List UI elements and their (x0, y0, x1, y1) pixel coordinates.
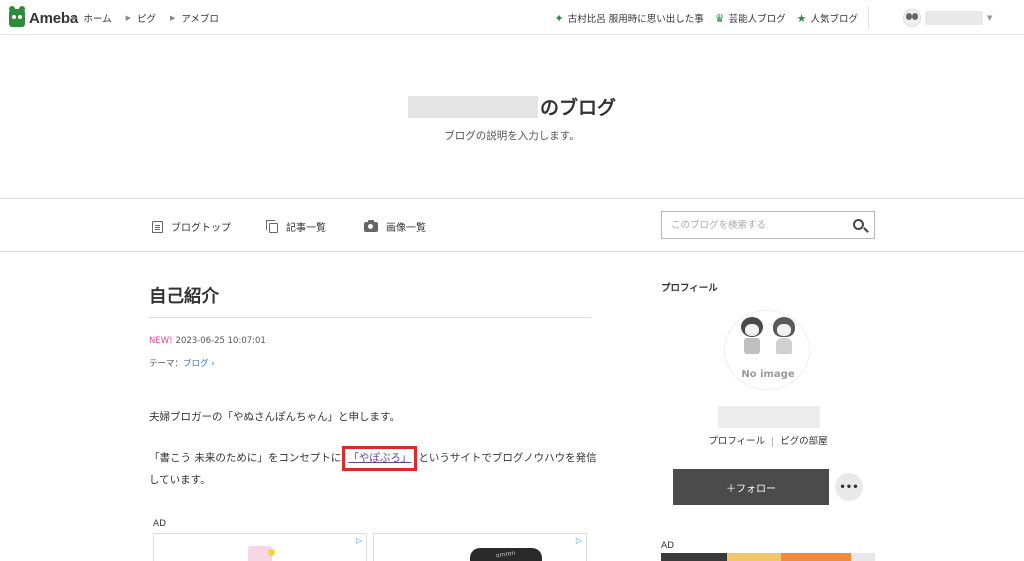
triangle-right-icon: ▶ (170, 14, 176, 22)
ad-label: AD (153, 519, 167, 529)
yapoburo-link[interactable]: 「やぽぶろ」 (348, 452, 411, 464)
crown-icon: ♛ (714, 11, 725, 25)
article-paragraph: 「書こう 未来のために」をコンセプトに 「やぽぶろ」 というサイトでブログノウハウを… (149, 446, 599, 490)
sidebar-heading: プロフィール (661, 283, 718, 294)
follow-button[interactable]: ＋フォロー (673, 469, 829, 505)
copy-icon (266, 219, 278, 233)
breadcrumb: ▶ ホーム ▶ ピグ ▶ アメブロ (72, 11, 233, 25)
ad-label: AD (661, 541, 675, 551)
no-image-text: No image (741, 369, 795, 380)
more-options-button[interactable]: ••• (835, 473, 863, 501)
ad-image (248, 546, 275, 561)
search-icon[interactable] (853, 219, 864, 230)
pigg-room-link[interactable]: ピグの部屋 (780, 436, 828, 447)
header-links: ✦ 古村比呂 服用時に思い出した事 ♛ 芸能人ブログ ★ 人気ブログ (543, 11, 858, 26)
document-icon (152, 220, 163, 233)
nav-blog-top[interactable]: ブログトップ (152, 219, 231, 234)
adchoices-icon[interactable]: ▷ (576, 536, 582, 545)
blog-description: ブログの説明を入力します。 (444, 130, 580, 142)
ad-brand: omron (495, 549, 516, 560)
article-meta: NEW! 2023-06-25 10:07:01 (149, 336, 266, 346)
logo-text: Ameba (29, 9, 79, 27)
girl-illustration (771, 317, 797, 355)
trending-topic-link[interactable]: ✦ 古村比呂 服用時に思い出した事 (554, 11, 703, 26)
divider (772, 436, 774, 447)
username-redacted (925, 11, 983, 25)
breadcrumb-item-home[interactable]: ▶ ホーム (72, 11, 112, 25)
sidebar-ad-banner[interactable] (661, 553, 875, 561)
search-input[interactable] (662, 212, 842, 238)
ameba-logo-icon (9, 6, 25, 27)
profile-avatar[interactable]: No image (724, 310, 810, 390)
breadcrumb-item-pigg[interactable]: ▶ ピグ (126, 11, 156, 25)
global-header: Ameba ▶ ホーム ▶ ピグ ▶ アメブロ ✦ 古村比呂 服用時に思い出した事 ♛ 芸… (0, 0, 1024, 35)
blog-name-redacted (407, 95, 538, 118)
chevron-right-icon: › (211, 359, 215, 369)
breadcrumb-item-ameblo[interactable]: ▶ アメブロ (170, 11, 219, 25)
chevron-down-icon: ▼ (987, 14, 993, 22)
avatar (903, 9, 921, 27)
profile-link[interactable]: プロフィール (708, 436, 765, 447)
ad-image: omron (470, 548, 542, 561)
blog-header: のブログ ブログの説明を入力します。 (0, 35, 1024, 199)
new-badge: NEW! (149, 336, 173, 346)
profile-name-redacted (718, 406, 820, 428)
nav-entry-list[interactable]: 記事一覧 (266, 219, 326, 234)
boy-illustration (739, 317, 765, 355)
divider (149, 317, 591, 318)
triangle-right-icon: ▶ (72, 14, 78, 22)
theme-link[interactable]: ブログ › (183, 359, 215, 369)
ameba-logo[interactable]: Ameba (9, 6, 79, 28)
adchoices-icon[interactable]: ▷ (356, 536, 362, 545)
triangle-right-icon: ▶ (125, 14, 131, 22)
nav-image-list[interactable]: 画像一覧 (364, 219, 426, 234)
profile-links: プロフィール ピグの部屋 (661, 433, 875, 447)
highlight-box: 「やぽぶろ」 (342, 446, 418, 471)
star-icon: ★ (796, 11, 807, 25)
article-title[interactable]: 自己紹介 (149, 283, 219, 308)
ad-banner[interactable]: ▷ omron (373, 533, 587, 561)
camera-icon (364, 219, 378, 232)
blog-title[interactable]: のブログ (0, 93, 1024, 120)
ad-banner[interactable]: ▷ (153, 533, 367, 561)
popular-blog-link[interactable]: ★ 人気ブログ (796, 11, 858, 26)
header-divider (868, 6, 869, 30)
article-theme: テーマ：ブログ › (149, 359, 215, 369)
sparkle-icon: ✦ (554, 11, 564, 25)
blog-title-suffix: のブログ (539, 97, 616, 119)
celebrity-blog-link[interactable]: ♛ 芸能人ブログ (714, 11, 786, 26)
article-datetime: 2023-06-25 10:07:01 (175, 336, 266, 346)
blog-search (661, 211, 875, 239)
user-menu[interactable]: ▼ (903, 9, 992, 27)
article-paragraph: 夫婦ブロガーの「やぬさんぽんちゃん」と申します。 (149, 411, 400, 423)
